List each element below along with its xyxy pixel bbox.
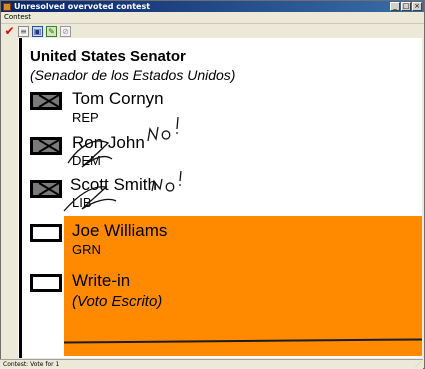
menu-contest[interactable]: Contest [4, 12, 31, 22]
edit-icon[interactable]: ✎ [46, 25, 57, 37]
minimize-button[interactable]: _ [390, 2, 400, 11]
app-icon [3, 2, 11, 11]
page-icon[interactable]: ≡ [18, 25, 29, 37]
vote-oval-write-in[interactable] [30, 274, 62, 292]
toolbar: ✔ ≡ ▣ ✎ ⊘ [1, 23, 424, 38]
ballot-timing-mark [19, 38, 22, 358]
window-title: Unresolved overvoted contest [14, 2, 151, 11]
close-button[interactable]: × [412, 2, 422, 11]
resize-grip-icon[interactable]: ⋰ [415, 361, 421, 368]
maximize-button[interactable]: □ [401, 2, 411, 11]
frame-icon[interactable]: ▣ [32, 25, 43, 37]
clear-icon[interactable]: ⊘ [60, 25, 71, 37]
x-mark-icon [38, 183, 59, 195]
candidate-party: GRN [72, 242, 101, 257]
x-mark-icon [38, 140, 59, 152]
vote-oval-cornyn[interactable] [30, 92, 62, 110]
title-bar[interactable]: Unresolved overvoted contest _ □ × [1, 1, 424, 12]
window-controls: _ □ × [390, 2, 422, 11]
candidate-name: Tom Cornyn [72, 89, 164, 108]
write-in-subtitle: (Voto Escrito) [72, 293, 163, 310]
contest-subtitle: (Senador de los Estados Unidos) [30, 67, 236, 83]
vote-oval-john[interactable] [30, 137, 62, 155]
candidate-name: Write-in [72, 271, 131, 290]
check-icon[interactable]: ✔ [4, 25, 15, 37]
x-mark-icon [38, 95, 59, 107]
menu-bar: Contest [1, 12, 424, 22]
vote-oval-williams[interactable] [30, 224, 62, 242]
candidate-name: Joe Williams [72, 221, 168, 240]
vote-oval-smith[interactable] [30, 180, 62, 198]
contest-title: United States Senator [30, 48, 186, 65]
status-bar: Contest: Vote for 1 ⋰ [0, 359, 423, 369]
handwritten-annotation [63, 116, 182, 212]
status-text: Contest: Vote for 1 [3, 361, 60, 368]
